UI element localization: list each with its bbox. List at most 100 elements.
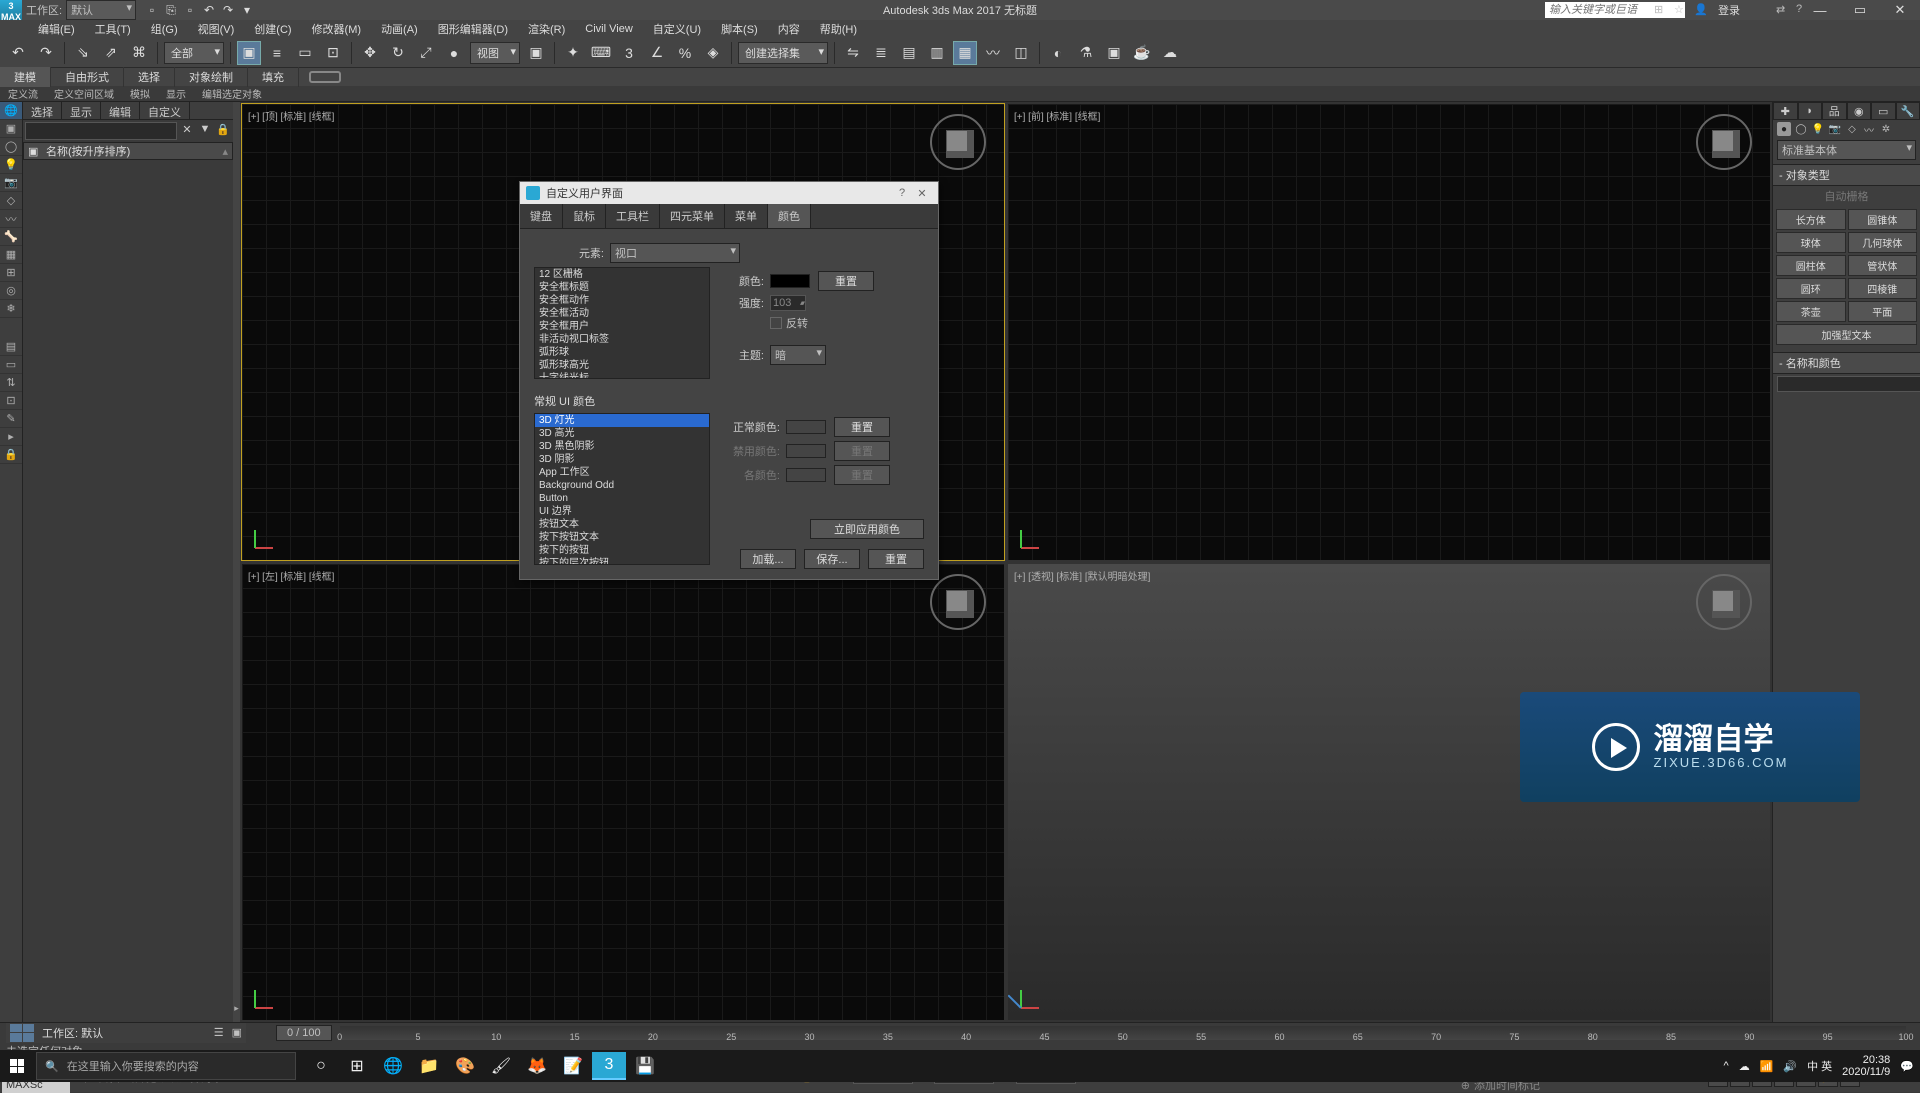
custom-list-item[interactable]: App 工作区 xyxy=(535,466,709,479)
element-list-item[interactable]: 12 区栅格 xyxy=(535,268,709,281)
load-button[interactable]: 加载... xyxy=(740,549,796,569)
create-subcat-dropdown[interactable]: 标准基本体 xyxy=(1777,140,1916,160)
search-clear-icon[interactable]: ✕ xyxy=(179,123,195,139)
viewport-front[interactable]: [+] [前] [标准] [线框] xyxy=(1007,103,1771,561)
save-button[interactable]: 保存... xyxy=(804,549,860,569)
ribbon-tab-modeling[interactable]: 建模 xyxy=(0,67,51,87)
selection-filter-dropdown[interactable]: 全部 xyxy=(164,42,224,64)
app-firefox-icon[interactable]: 🦊 xyxy=(520,1052,554,1080)
se-icon-globe[interactable]: 🌐 xyxy=(0,102,22,120)
se-icon-edit[interactable]: ✎ xyxy=(0,410,22,428)
apply-all-button[interactable]: 立即应用颜色 xyxy=(810,519,924,539)
a360-button[interactable]: ☁ xyxy=(1158,41,1182,65)
render-setup-button[interactable]: ⚗ xyxy=(1074,41,1098,65)
align-button[interactable]: ≣ xyxy=(869,41,893,65)
tray-ime[interactable]: 中 英 xyxy=(1807,1058,1832,1074)
unlink-button[interactable]: ⇗ xyxy=(99,41,123,65)
layer-button[interactable]: ▤ xyxy=(897,41,921,65)
viewport-label-top[interactable]: [+] [顶] [标准] [线框] xyxy=(248,108,334,123)
btn-tube[interactable]: 管状体 xyxy=(1848,255,1918,276)
menu-create[interactable]: 创建(C) xyxy=(246,19,299,39)
menu-modifiers[interactable]: 修改器(M) xyxy=(304,19,370,39)
close-button[interactable]: ✕ xyxy=(1880,0,1920,20)
ribbon-sub-0[interactable]: 定义流 xyxy=(0,85,46,102)
star-icon[interactable]: ☆ xyxy=(1674,3,1688,17)
render-button[interactable]: ☕ xyxy=(1130,41,1154,65)
curve-editor-button[interactable]: 〰 xyxy=(981,41,1005,65)
btn-box[interactable]: 长方体 xyxy=(1776,209,1846,230)
redo-button[interactable]: ↷ xyxy=(34,41,58,65)
cat-space-icon[interactable]: 〰 xyxy=(1862,122,1876,136)
menu-rendering[interactable]: 渲染(R) xyxy=(520,19,573,39)
se-icon-invert[interactable]: ⇅ xyxy=(0,374,22,392)
frame-indicator[interactable]: 0 / 100 xyxy=(276,1025,332,1041)
viewport-left[interactable]: [+] [左] [标准] [线框] xyxy=(241,563,1005,1021)
cat-helpers-icon[interactable]: ◇ xyxy=(1845,122,1859,136)
schematic-button[interactable]: ◫ xyxy=(1009,41,1033,65)
angle-snap-button[interactable]: ∠ xyxy=(645,41,669,65)
keyboard-button[interactable]: ⌨ xyxy=(589,41,613,65)
invert-checkbox[interactable] xyxy=(770,317,782,329)
link-button[interactable]: ⇘ xyxy=(71,41,95,65)
app-edge-icon[interactable]: 🌐 xyxy=(376,1052,410,1080)
element-list[interactable]: 12 区栅格安全框标题安全框动作安全框活动安全框用户非活动视口标签弧形球弧形球高… xyxy=(534,267,710,379)
custom-list-item[interactable]: 按下按钮文本 xyxy=(535,531,709,544)
cp-tab-motion[interactable]: ◉ xyxy=(1847,102,1872,120)
ribbon-tab-populate[interactable]: 填充 xyxy=(248,67,299,87)
object-name-input[interactable] xyxy=(1777,376,1920,392)
tray-notifications-icon[interactable]: 💬 xyxy=(1900,1060,1914,1073)
dlg-tab-quad[interactable]: 四元菜单 xyxy=(660,204,725,228)
manipulate-button[interactable]: ✦ xyxy=(561,41,585,65)
select-object-button[interactable]: ▣ xyxy=(237,41,261,65)
custom-list-item[interactable]: 按下的按钮 xyxy=(535,544,709,557)
se-icon-children[interactable]: ⊡ xyxy=(0,392,22,410)
panel-resize-handle[interactable]: ▸ xyxy=(233,102,240,1022)
cat-cameras-icon[interactable]: 📷 xyxy=(1828,122,1842,136)
snap-toggle-button[interactable]: 3 xyxy=(617,41,641,65)
new-icon[interactable]: ▫ xyxy=(144,2,160,18)
custom-list-item[interactable]: UI 边界 xyxy=(535,505,709,518)
search-lock-icon[interactable]: 🔒 xyxy=(215,123,231,139)
login-link[interactable]: 登录 xyxy=(1718,2,1740,18)
menu-content[interactable]: 内容 xyxy=(770,19,808,39)
app-1-icon[interactable]: 🎨 xyxy=(448,1052,482,1080)
percent-snap-button[interactable]: % xyxy=(673,41,697,65)
select-rect-button[interactable]: ▭ xyxy=(293,41,317,65)
element-list-item[interactable]: 安全框动作 xyxy=(535,294,709,307)
ribbon-tab-freeform[interactable]: 自由形式 xyxy=(51,67,124,87)
layer-icon[interactable]: ☰ xyxy=(214,1026,224,1039)
app-taskview-icon[interactable]: ⊞ xyxy=(340,1052,374,1080)
grid-icon[interactable]: ⊞ xyxy=(1654,3,1668,17)
app-explorer-icon[interactable]: 📁 xyxy=(412,1052,446,1080)
render-frame-button[interactable]: ▣ xyxy=(1102,41,1126,65)
scale-button[interactable]: ⤢ xyxy=(414,41,438,65)
tray-network-icon[interactable]: 📶 xyxy=(1760,1060,1774,1073)
ribbon-tab-objpaint[interactable]: 对象绘制 xyxy=(175,67,248,87)
tray-up-icon[interactable]: ^ xyxy=(1724,1060,1729,1072)
viewcube[interactable] xyxy=(930,114,986,170)
se-icon-hidden[interactable]: ◎ xyxy=(0,282,22,300)
se-icon-bone[interactable]: 🦴 xyxy=(0,228,22,246)
rollout-header[interactable]: 对象类型 xyxy=(1773,164,1920,186)
element-list-item[interactable]: 安全框用户 xyxy=(535,320,709,333)
se-tab-edit[interactable]: 编辑 xyxy=(101,102,140,119)
app-3dsmax-icon[interactable]: 3 xyxy=(592,1052,626,1080)
element-list-item[interactable]: 安全框标题 xyxy=(535,281,709,294)
select-window-button[interactable]: ⊡ xyxy=(321,41,345,65)
cat-geometry-icon[interactable]: ● xyxy=(1777,122,1791,136)
viewport-label-front[interactable]: [+] [前] [标准] [线框] xyxy=(1014,108,1100,123)
search-filter-icon[interactable]: ▼ xyxy=(197,123,213,139)
viewport-label-persp[interactable]: [+] [透视] [标准] [默认明暗处理] xyxy=(1014,568,1150,583)
ribbon-sub-1[interactable]: 定义空间区域 xyxy=(46,85,122,102)
se-icon-cube[interactable]: ▣ xyxy=(0,120,22,138)
menu-script[interactable]: 脚本(S) xyxy=(713,19,766,39)
custom-list-item[interactable]: Background Odd xyxy=(535,479,709,492)
rollout-header-2[interactable]: 名称和颜色 xyxy=(1773,352,1920,374)
se-icon-helper[interactable]: ◇ xyxy=(0,192,22,210)
btn-cone[interactable]: 圆锥体 xyxy=(1848,209,1918,230)
viewcube[interactable] xyxy=(1696,114,1752,170)
reset-all-button[interactable]: 重置 xyxy=(868,549,924,569)
mirror-button[interactable]: ⇋ xyxy=(841,41,865,65)
reset-color-button[interactable]: 重置 xyxy=(818,271,874,291)
redo-icon[interactable]: ↷ xyxy=(220,2,236,18)
